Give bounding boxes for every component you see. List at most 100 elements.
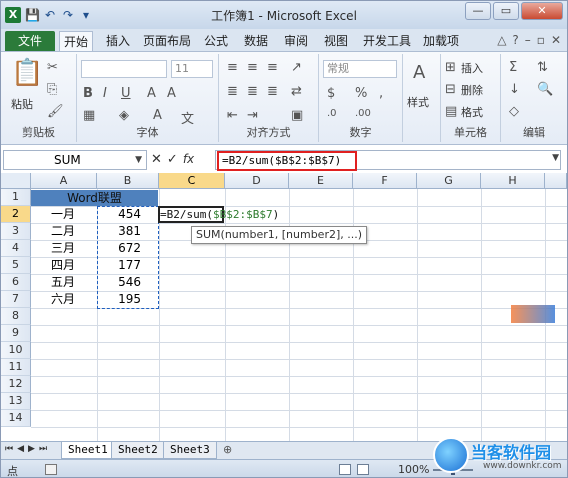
next-sheet-icon[interactable]: ▶ <box>28 444 35 454</box>
tab-review[interactable]: 审阅 <box>281 31 311 51</box>
page-layout-view-icon[interactable] <box>357 464 369 475</box>
font-name-combo[interactable] <box>81 60 167 78</box>
autosum-icon[interactable]: Σ <box>509 60 517 75</box>
normal-view-icon[interactable] <box>339 464 351 475</box>
format-painter-icon[interactable]: 🖌 <box>47 104 64 119</box>
format-cells-button[interactable]: 格式 <box>461 104 483 120</box>
row-header[interactable]: 2 <box>1 206 31 223</box>
cell-a6[interactable]: 五月 <box>51 274 75 291</box>
copy-icon[interactable]: ⎘ <box>47 82 57 97</box>
tab-formulas[interactable]: 公式 <box>201 31 231 51</box>
select-all-corner[interactable] <box>1 173 31 189</box>
cell-a7[interactable]: 六月 <box>51 291 75 308</box>
column-header-f[interactable]: F <box>353 173 417 189</box>
find-select-icon[interactable]: 🔍 <box>537 82 553 97</box>
formula-text[interactable]: =B2/sum($B$2:$B$7) <box>217 151 357 171</box>
tab-page-layout[interactable]: 页面布局 <box>141 31 193 51</box>
row-header[interactable]: 6 <box>1 274 31 291</box>
row-header[interactable]: 12 <box>1 376 31 393</box>
prev-sheet-icon[interactable]: ◀ <box>17 444 24 454</box>
minimize-button[interactable]: — <box>465 2 491 20</box>
comma-icon[interactable]: , <box>379 86 383 101</box>
insert-cells-button[interactable]: 插入 <box>461 60 483 76</box>
increase-indent-icon[interactable]: ⇥ <box>247 108 258 123</box>
align-right-icon[interactable]: ≣ <box>267 84 278 99</box>
insert-sheet-icon[interactable]: ⊕ <box>223 443 232 456</box>
cancel-icon[interactable]: ✕ <box>151 152 162 167</box>
column-header-g[interactable]: G <box>417 173 481 189</box>
last-sheet-icon[interactable]: ⏭ <box>39 444 47 454</box>
close-button[interactable]: ✕ <box>521 2 563 20</box>
tab-developer[interactable]: 开发工具 <box>361 31 413 51</box>
column-header-b[interactable]: B <box>97 173 159 189</box>
column-header-e[interactable]: E <box>289 173 353 189</box>
zoom-level[interactable]: 100% <box>398 463 429 476</box>
cell-a4[interactable]: 三月 <box>51 240 75 257</box>
cell-a5[interactable]: 四月 <box>51 257 75 274</box>
sort-filter-icon[interactable]: ⇅ <box>537 60 548 75</box>
tab-insert[interactable]: 插入 <box>101 31 135 51</box>
row-header[interactable]: 8 <box>1 308 31 325</box>
tab-home[interactable]: 开始 <box>59 31 93 51</box>
worksheet-grid[interactable]: A B C D E F G H 1 2 3 4 5 6 7 8 9 10 11 … <box>1 173 567 441</box>
format-cells-icon[interactable]: ▤ <box>445 104 457 119</box>
row-header[interactable]: 13 <box>1 393 31 410</box>
insert-cells-icon[interactable]: ⊞ <box>445 60 456 75</box>
name-box[interactable]: SUM ▼ <box>3 150 147 170</box>
styles-icon[interactable]: A <box>413 62 425 83</box>
clear-icon[interactable]: ◇ <box>509 104 519 119</box>
fill-icon[interactable]: ↓ <box>509 82 520 97</box>
expand-formula-icon[interactable]: ▼ <box>552 153 559 163</box>
row-header[interactable]: 7 <box>1 291 31 308</box>
increase-decimal-icon[interactable]: .0 <box>327 108 337 119</box>
help-icon[interactable]: ? <box>512 33 518 47</box>
row-header[interactable]: 9 <box>1 325 31 342</box>
underline-icon[interactable]: U <box>121 86 131 101</box>
ribbon-collapse-icon[interactable]: △ <box>497 33 506 47</box>
delete-cells-button[interactable]: 删除 <box>461 82 483 98</box>
italic-icon[interactable]: I <box>103 86 107 101</box>
column-header-d[interactable]: D <box>225 173 289 189</box>
insert-function-icon[interactable]: fx <box>183 152 194 167</box>
decrease-decimal-icon[interactable]: .00 <box>355 108 371 119</box>
tab-addins[interactable]: 加载项 <box>421 31 461 51</box>
styles-button[interactable]: 样式 <box>407 94 429 110</box>
align-left-icon[interactable]: ≣ <box>227 84 238 99</box>
macro-record-icon[interactable] <box>45 464 57 475</box>
tab-view[interactable]: 视图 <box>321 31 351 51</box>
decrease-indent-icon[interactable]: ⇤ <box>227 108 238 123</box>
currency-icon[interactable]: $ <box>327 86 335 101</box>
bold-icon[interactable]: B <box>83 86 93 101</box>
merged-header-cell[interactable]: Word联盟 <box>31 190 158 206</box>
grow-font-icon[interactable]: A <box>147 86 156 101</box>
row-header[interactable]: 4 <box>1 240 31 257</box>
align-bottom-icon[interactable]: ≡ <box>267 60 278 75</box>
shrink-font-icon[interactable]: A <box>167 86 176 101</box>
sheet-tab-2[interactable]: Sheet2 <box>111 442 165 459</box>
delete-cells-icon[interactable]: ⊟ <box>445 82 456 97</box>
font-color-icon[interactable]: A <box>153 108 162 123</box>
tab-data[interactable]: 数据 <box>241 31 271 51</box>
percent-icon[interactable]: % <box>355 86 367 101</box>
close-doc-icon[interactable]: ✕ <box>551 33 561 47</box>
tab-file[interactable]: 文件 <box>5 31 55 51</box>
column-header-h[interactable]: H <box>481 173 545 189</box>
maximize-button[interactable]: ▭ <box>493 2 519 20</box>
cell-c2-formula[interactable]: =B2/sum($B$2:$B$7) <box>160 207 279 223</box>
number-format-combo[interactable]: 常规 <box>323 60 397 78</box>
paste-icon[interactable]: 📋 <box>11 58 43 88</box>
row-header[interactable]: 14 <box>1 410 31 427</box>
orientation-icon[interactable]: ↗ <box>291 60 302 75</box>
name-box-dropdown-icon[interactable]: ▼ <box>135 151 142 169</box>
restore-icon[interactable]: ▫ <box>537 33 545 47</box>
min-icon[interactable]: – <box>525 33 531 47</box>
cut-icon[interactable]: ✂ <box>47 60 58 75</box>
function-tooltip[interactable]: SUM(number1, [number2], ...) <box>191 226 368 244</box>
sheet-tab-1[interactable]: Sheet1 <box>61 442 115 459</box>
sheet-tab-3[interactable]: Sheet3 <box>163 442 217 459</box>
row-header[interactable]: 5 <box>1 257 31 274</box>
row-header[interactable]: 11 <box>1 359 31 376</box>
border-icon[interactable]: ▦ <box>83 108 95 123</box>
column-header-c[interactable]: C <box>159 173 225 189</box>
row-header[interactable]: 1 <box>1 189 31 206</box>
